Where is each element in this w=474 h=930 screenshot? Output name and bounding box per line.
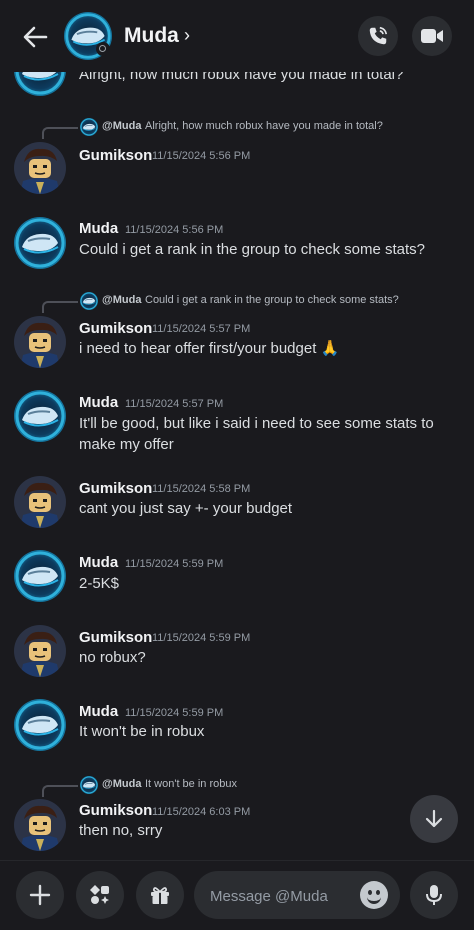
author-avatar[interactable] [14, 390, 66, 442]
message-author[interactable]: Gumikson [79, 629, 152, 646]
message-author[interactable]: Gumikson [79, 480, 152, 497]
reply-connector [42, 301, 78, 313]
reply-text: Could i get a rank in the group to check… [145, 294, 399, 306]
message-timestamp: 11/15/2024 5:59 PM [125, 558, 224, 570]
message-timestamp: 11/15/2024 5:57 PM [152, 323, 251, 335]
back-button[interactable] [18, 20, 52, 54]
message-author[interactable]: Muda [79, 394, 118, 411]
add-attachment-button[interactable] [16, 871, 64, 919]
message-timestamp: 11/15/2024 5:57 PM [125, 398, 224, 410]
message-author[interactable]: Muda [79, 554, 118, 571]
message-author[interactable]: Gumikson [79, 802, 152, 819]
apps-button[interactable] [76, 871, 124, 919]
author-avatar[interactable] [14, 799, 66, 851]
message-author[interactable]: Muda [79, 703, 118, 720]
author-avatar[interactable] [14, 699, 66, 751]
author-avatar[interactable] [14, 316, 66, 368]
reply-text: It won't be in robux [145, 778, 237, 790]
back-arrow-icon [23, 26, 48, 48]
reply-author: @Muda [102, 294, 142, 306]
author-avatar[interactable] [14, 217, 66, 269]
microphone-icon [426, 885, 442, 905]
reply-author: @Muda [102, 778, 142, 790]
chevron-down-icon [425, 809, 443, 828]
author-avatar[interactable] [14, 550, 66, 602]
emoji-icon[interactable] [360, 881, 388, 909]
voice-message-button[interactable] [410, 871, 458, 919]
message-text: It'll be good, but like i said i need to… [79, 415, 434, 453]
message-text: no robux? [79, 649, 146, 666]
message-timestamp: 11/15/2024 5:56 PM [125, 224, 224, 236]
message-composer [0, 860, 474, 930]
reply-connector [42, 785, 78, 797]
status-indicator [96, 42, 110, 56]
author-avatar[interactable] [14, 476, 66, 528]
voice-call-button[interactable] [358, 16, 398, 56]
contact-name[interactable]: Muda [124, 24, 179, 48]
chevron-right-icon[interactable]: › [184, 25, 190, 46]
message-timestamp: 11/15/2024 5:59 PM [152, 632, 251, 644]
message-text: 2-5K$ [79, 575, 120, 592]
video-camera-icon [421, 29, 443, 43]
chat-header: Muda › [0, 0, 474, 72]
message-timestamp: 11/15/2024 6:03 PM [152, 806, 251, 818]
message-text: It won't be in robux [79, 723, 205, 740]
author-avatar[interactable] [14, 625, 66, 677]
reply-text: Alright, how much robux have you made in… [145, 120, 383, 132]
video-call-button[interactable] [412, 16, 452, 56]
message-text: cant you just say +- your budget [79, 500, 293, 517]
message-timestamp: 11/15/2024 5:58 PM [152, 483, 251, 495]
gift-button[interactable] [136, 871, 184, 919]
message-timestamp: 11/15/2024 5:56 PM [152, 150, 251, 162]
message-timestamp: 11/15/2024 5:59 PM [125, 707, 224, 719]
plus-icon [29, 884, 51, 906]
gift-icon [151, 887, 169, 904]
message-input-wrapper [194, 871, 400, 921]
message-text: Could i get a rank in the group to check… [79, 241, 426, 258]
reply-avatar [80, 118, 98, 136]
reply-avatar [80, 776, 98, 794]
apps-icon [90, 885, 109, 904]
message-author[interactable]: Muda [79, 220, 118, 237]
message-text: then no, srry [79, 822, 163, 839]
message-author[interactable]: Gumikson [79, 320, 152, 337]
author-avatar[interactable] [14, 142, 66, 194]
phone-call-icon [369, 26, 388, 45]
reply-connector [42, 127, 78, 139]
message-author[interactable]: Gumikson [79, 147, 152, 164]
reply-author: @Muda [102, 120, 142, 132]
message-text: i need to hear offer first/your budget 🙏 [79, 340, 340, 357]
reply-avatar [80, 292, 98, 310]
message-input[interactable] [208, 871, 362, 921]
jump-to-bottom-button[interactable] [410, 795, 458, 843]
